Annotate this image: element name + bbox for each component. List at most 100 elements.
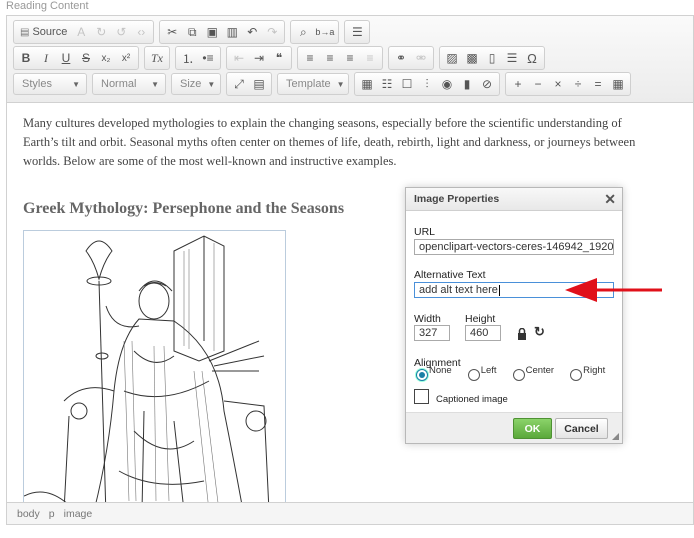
math-divide-button[interactable]: ÷	[568, 74, 588, 94]
outdent-button[interactable]: ⇤	[229, 48, 249, 68]
plus-icon: +	[514, 77, 522, 91]
align-right-button[interactable]: ≡	[340, 48, 360, 68]
italic-button[interactable]: I	[36, 48, 56, 68]
hidden-field-button[interactable]: ⊘	[477, 74, 497, 94]
templates-button[interactable]: ↺	[111, 22, 131, 42]
chevron-down-icon: ▼	[336, 79, 345, 89]
blockquote-icon: ❝	[275, 51, 283, 65]
size-dropdown[interactable]: Size ▼	[171, 73, 221, 95]
ceres-image[interactable]	[23, 230, 286, 520]
document-button[interactable]: ▯	[482, 48, 502, 68]
hidden-field-icon: ⊘	[481, 77, 493, 91]
numbered-list-icon: ⒈	[181, 51, 194, 66]
image-properties-dialog: Image Properties ✕ URL openclipart-vecto…	[405, 187, 623, 444]
bold-button[interactable]: B	[16, 48, 36, 68]
show-blocks-button[interactable]: ▤	[249, 74, 269, 94]
blockquote-button[interactable]: ❝	[269, 48, 289, 68]
cut-button[interactable]: ✂	[162, 22, 182, 42]
button-tool[interactable]: ▮	[457, 74, 477, 94]
height-input[interactable]: 460	[465, 325, 501, 341]
text-cursor-button[interactable]: ⫶	[417, 74, 437, 94]
checkbox-button[interactable]: ☐	[397, 74, 417, 94]
cut-icon: ✂	[167, 25, 178, 39]
code-button[interactable]: ‹›	[131, 22, 151, 42]
width-input[interactable]: 327	[414, 325, 450, 341]
align-right-radio[interactable]	[570, 369, 583, 381]
align-left-label: Left	[480, 365, 497, 376]
strikethrough-button[interactable]: S	[76, 48, 96, 68]
path-p[interactable]: p	[49, 508, 55, 520]
template-dropdown[interactable]: Template ▼	[277, 73, 349, 95]
preview-button[interactable]: ↻	[91, 22, 111, 42]
align-justify-button[interactable]: ≡	[360, 48, 380, 68]
redo-button[interactable]: ↷	[262, 22, 282, 42]
unlink-button[interactable]: ⚮	[411, 48, 431, 68]
format-dropdown[interactable]: Normal ▼	[92, 73, 166, 95]
math-plus-button[interactable]: +	[508, 74, 528, 94]
replace-button[interactable]: b→a	[313, 22, 336, 42]
dialog-title-bar[interactable]: Image Properties ✕	[406, 188, 622, 211]
radio-tool-icon: ◉	[441, 77, 453, 91]
media-icon: ▩	[466, 51, 478, 65]
remove-format-button[interactable]: Tx	[147, 48, 167, 68]
special-char-button[interactable]: Ω	[522, 48, 542, 68]
underline-button[interactable]: U	[56, 48, 76, 68]
checkbox-icon: ☐	[401, 77, 413, 91]
subscript-button[interactable]: x₂	[96, 48, 116, 68]
editor-content[interactable]: Many cultures developed mythologies to e…	[23, 114, 653, 520]
table-button[interactable]: ▦	[357, 74, 377, 94]
align-center-radio[interactable]	[512, 369, 525, 381]
underline-icon: U	[61, 51, 71, 65]
select-all-button[interactable]: ☰	[347, 22, 367, 42]
media-button[interactable]: ▩	[462, 48, 482, 68]
horizontal-rule-button[interactable]: ☰	[502, 48, 522, 68]
align-justify-icon: ≡	[366, 51, 374, 65]
bulleted-list-icon: •≡	[202, 51, 214, 65]
bulleted-list-button[interactable]: •≡	[198, 48, 218, 68]
path-image[interactable]: image	[64, 508, 93, 520]
source-button[interactable]: ▤ Source	[16, 22, 71, 42]
new-page-button[interactable]: A	[71, 22, 91, 42]
align-center-icon: ≡	[326, 51, 334, 65]
ok-button[interactable]: OK	[513, 418, 552, 439]
numbered-list-button[interactable]: ⒈	[178, 48, 198, 68]
horizontal-rule-icon: ☰	[506, 51, 518, 65]
lock-icon[interactable]	[517, 328, 527, 340]
align-center-button[interactable]: ≡	[320, 48, 340, 68]
align-none-label: None	[429, 365, 452, 376]
captioned-checkbox[interactable]	[414, 389, 429, 404]
indent-icon: ⇥	[253, 51, 265, 65]
find-button[interactable]: ⌕	[293, 22, 313, 42]
close-icon[interactable]: ✕	[604, 191, 616, 208]
math-table-button[interactable]: ▦	[608, 74, 628, 94]
math-minus-button[interactable]: −	[528, 74, 548, 94]
table-icon: ▦	[361, 77, 373, 91]
image-button[interactable]: ▨	[442, 48, 462, 68]
math-times-button[interactable]: ×	[548, 74, 568, 94]
path-body[interactable]: body	[17, 508, 40, 520]
align-left-radio[interactable]	[467, 369, 480, 381]
copy-button[interactable]: ⧉	[182, 22, 202, 42]
link-button[interactable]: ⚭	[391, 48, 411, 68]
intro-paragraph: Many cultures developed mythologies to e…	[23, 116, 636, 168]
size-dropdown-label: Size	[180, 78, 202, 90]
button-tool-icon: ▮	[463, 77, 471, 91]
reset-size-icon[interactable]: ↻	[534, 324, 545, 340]
dialog-title: Image Properties	[414, 193, 500, 205]
indent-button[interactable]: ⇥	[249, 48, 269, 68]
source-button-label: Source	[32, 26, 68, 38]
align-none-radio[interactable]	[416, 369, 428, 381]
paste-button[interactable]: ▣	[202, 22, 222, 42]
table-rows-button[interactable]: ☷	[377, 74, 397, 94]
maximize-button[interactable]: ⤢	[229, 74, 249, 94]
radio-button-tool[interactable]: ◉	[437, 74, 457, 94]
styles-dropdown[interactable]: Styles ▼	[13, 73, 87, 95]
paste-text-button[interactable]: ▥	[222, 22, 242, 42]
cancel-button[interactable]: Cancel	[555, 418, 608, 439]
undo-button[interactable]: ↶	[242, 22, 262, 42]
superscript-button[interactable]: x²	[116, 48, 136, 68]
resize-handle-icon[interactable]	[612, 433, 619, 440]
math-equals-button[interactable]: =	[588, 74, 608, 94]
align-left-button[interactable]: ≡	[300, 48, 320, 68]
url-input[interactable]: openclipart-vectors-ceres-146942_1920	[414, 239, 614, 255]
